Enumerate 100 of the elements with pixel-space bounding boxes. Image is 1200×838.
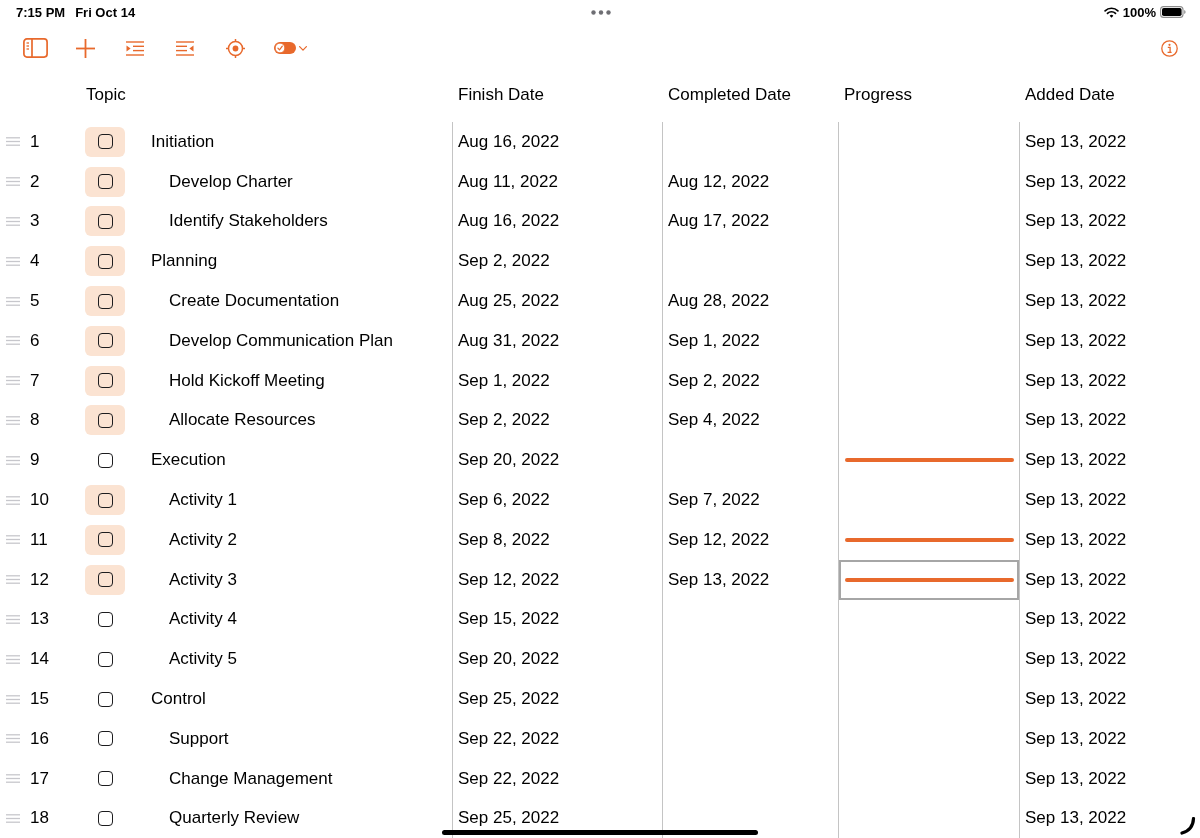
row-number: 11 bbox=[30, 529, 48, 550]
info-icon[interactable] bbox=[1161, 39, 1178, 57]
added-date: Sep 13, 2022 bbox=[1025, 689, 1127, 710]
completed-date: Aug 17, 2022 bbox=[668, 211, 770, 232]
added-date: Sep 13, 2022 bbox=[1025, 728, 1127, 749]
checkbox[interactable] bbox=[97, 771, 113, 787]
checkbox[interactable] bbox=[97, 452, 113, 468]
drag-handle-icon[interactable] bbox=[6, 813, 20, 823]
checkbox[interactable] bbox=[97, 333, 113, 349]
drag-handle-icon[interactable] bbox=[6, 455, 20, 465]
checkbox[interactable] bbox=[97, 691, 113, 707]
drag-handle-icon[interactable] bbox=[6, 535, 20, 545]
checkbox[interactable] bbox=[97, 532, 113, 548]
checkbox[interactable] bbox=[97, 373, 113, 389]
topic-text: Execution bbox=[151, 450, 226, 471]
topic-text: Quarterly Review bbox=[169, 808, 300, 829]
completed-date: Sep 13, 2022 bbox=[668, 569, 770, 590]
sidebar-icon[interactable] bbox=[22, 38, 48, 58]
checkbox[interactable] bbox=[97, 572, 113, 588]
added-date: Sep 13, 2022 bbox=[1025, 569, 1127, 590]
drag-handle-icon[interactable] bbox=[6, 694, 20, 704]
topic-text: Identify Stakeholders bbox=[169, 211, 328, 232]
toggle-switch-icon[interactable] bbox=[273, 42, 296, 54]
checkbox[interactable] bbox=[97, 611, 113, 627]
finish-date: Sep 12, 2022 bbox=[458, 569, 560, 590]
drag-handle-icon[interactable] bbox=[6, 614, 20, 624]
finish-date: Sep 22, 2022 bbox=[458, 768, 560, 789]
checkbox[interactable] bbox=[97, 731, 113, 747]
topic-text: Support bbox=[169, 728, 229, 749]
finish-date: Aug 25, 2022 bbox=[458, 291, 560, 312]
drag-handle-icon[interactable] bbox=[6, 177, 20, 187]
drag-handle-icon[interactable] bbox=[6, 575, 20, 585]
finish-date: Sep 22, 2022 bbox=[458, 728, 560, 749]
drag-handle-icon[interactable] bbox=[6, 376, 20, 386]
row-number: 2 bbox=[30, 171, 40, 192]
checkbox[interactable] bbox=[97, 253, 113, 269]
checkbox[interactable] bbox=[97, 134, 113, 150]
topic-text: Control bbox=[151, 689, 206, 710]
column-header: Added Date bbox=[1024, 84, 1115, 106]
added-date: Sep 13, 2022 bbox=[1025, 649, 1127, 670]
checkbox[interactable] bbox=[97, 174, 113, 190]
finish-date: Aug 11, 2022 bbox=[458, 171, 558, 192]
checkbox[interactable] bbox=[97, 293, 113, 309]
finish-date: Sep 25, 2022 bbox=[458, 808, 560, 829]
added-date: Sep 13, 2022 bbox=[1025, 291, 1127, 312]
column-header: Completed Date bbox=[667, 84, 791, 106]
drag-handle-icon[interactable] bbox=[6, 336, 20, 346]
topic-text: Create Documentation bbox=[169, 291, 340, 312]
added-date: Sep 13, 2022 bbox=[1025, 410, 1127, 431]
topic-text: Initiation bbox=[151, 131, 215, 152]
battery-percent: 100% bbox=[1122, 4, 1156, 20]
added-date: Sep 13, 2022 bbox=[1025, 131, 1127, 152]
battery-icon bbox=[1160, 6, 1186, 18]
checkbox[interactable] bbox=[97, 214, 113, 229]
row-number: 10 bbox=[30, 490, 49, 511]
topic-text: Hold Kickoff Meeting bbox=[169, 370, 325, 391]
indent-icon[interactable] bbox=[126, 40, 144, 56]
column-header: Finish Date bbox=[457, 84, 544, 106]
outdent-icon[interactable] bbox=[176, 40, 194, 56]
added-date: Sep 13, 2022 bbox=[1025, 171, 1127, 192]
drag-handle-icon[interactable] bbox=[6, 774, 20, 784]
row-number: 16 bbox=[30, 728, 49, 749]
checkbox[interactable] bbox=[97, 810, 113, 826]
column-header: Progress bbox=[843, 84, 913, 106]
row-number: 1 bbox=[30, 131, 40, 152]
finish-date: Sep 25, 2022 bbox=[458, 689, 560, 710]
topic-text: Activity 2 bbox=[169, 529, 238, 550]
row-number: 3 bbox=[30, 211, 40, 232]
finish-date: Sep 15, 2022 bbox=[458, 609, 560, 630]
topic-text: Activity 1 bbox=[169, 490, 238, 511]
focused-cell-outline[interactable] bbox=[839, 559, 1019, 600]
finish-date: Sep 2, 2022 bbox=[458, 410, 550, 431]
drag-handle-icon[interactable] bbox=[6, 734, 20, 744]
target-icon[interactable] bbox=[225, 38, 245, 58]
completed-date: Sep 4, 2022 bbox=[668, 410, 760, 431]
added-date: Sep 13, 2022 bbox=[1025, 768, 1127, 789]
drag-handle-icon[interactable] bbox=[6, 296, 20, 306]
topic-text: Activity 5 bbox=[169, 649, 238, 670]
finish-date: Sep 20, 2022 bbox=[458, 450, 560, 471]
drag-handle-icon[interactable] bbox=[6, 256, 20, 266]
plus-icon[interactable] bbox=[75, 38, 95, 58]
row-number: 18 bbox=[30, 808, 49, 829]
drag-handle-icon[interactable] bbox=[6, 137, 20, 147]
chevron-down-icon[interactable] bbox=[298, 45, 307, 51]
status-time: 7:15 PM bbox=[16, 4, 66, 20]
checkbox[interactable] bbox=[97, 651, 113, 667]
drag-handle-icon[interactable] bbox=[6, 654, 20, 664]
drag-handle-icon[interactable] bbox=[6, 495, 20, 505]
added-date: Sep 13, 2022 bbox=[1025, 370, 1127, 391]
drag-handle-icon[interactable] bbox=[6, 415, 20, 425]
completed-date: Aug 28, 2022 bbox=[668, 291, 770, 312]
multitasking-dots-icon[interactable] bbox=[591, 9, 611, 15]
added-date: Sep 13, 2022 bbox=[1025, 609, 1127, 630]
added-date: Sep 13, 2022 bbox=[1025, 808, 1127, 829]
checkbox[interactable] bbox=[97, 492, 113, 508]
row-number: 14 bbox=[30, 649, 49, 670]
drag-handle-icon[interactable] bbox=[6, 217, 20, 226]
completed-date: Sep 12, 2022 bbox=[668, 529, 770, 550]
topic-text: Activity 3 bbox=[169, 569, 238, 590]
checkbox[interactable] bbox=[97, 412, 113, 428]
